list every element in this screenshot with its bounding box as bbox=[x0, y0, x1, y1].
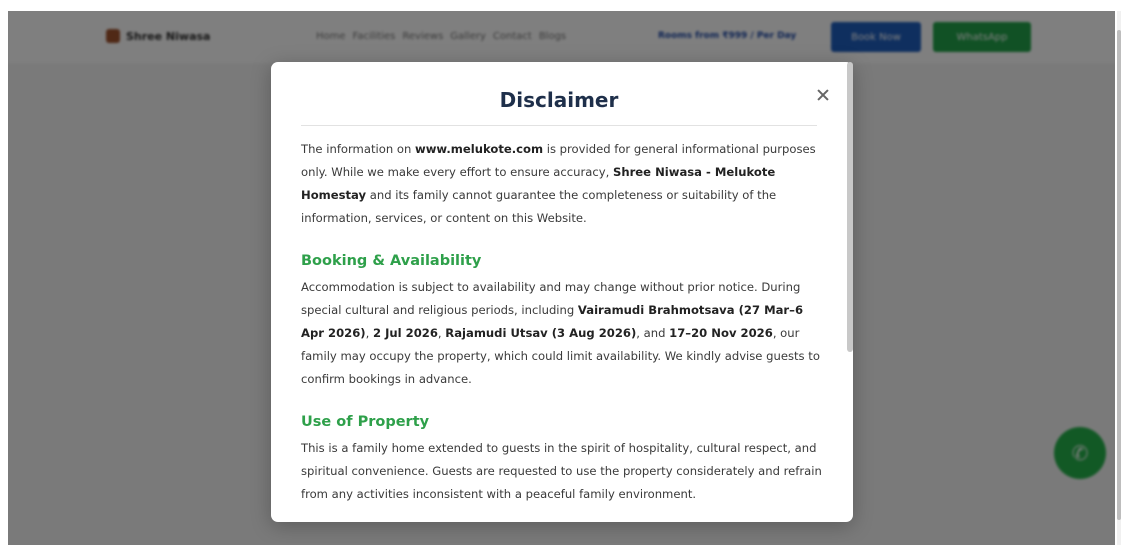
close-icon[interactable] bbox=[816, 88, 830, 102]
intro-paragraph: The information on www.melukote.com is p… bbox=[301, 138, 823, 230]
page-scrollbar-thumb[interactable] bbox=[1117, 30, 1121, 520]
modal-header: Disclaimer bbox=[301, 84, 817, 126]
intro-text-1: The information on bbox=[301, 142, 415, 156]
disclaimer-modal: Disclaimer The information on www.meluko… bbox=[271, 62, 853, 522]
intro-text-3: and its family cannot guarantee the comp… bbox=[301, 188, 777, 225]
booking-text-4: , and bbox=[636, 326, 670, 340]
booking-date-2: 2 Jul 2026 bbox=[372, 326, 438, 340]
booking-date-3: Rajamudi Utsav (3 Aug 2026) bbox=[445, 326, 637, 340]
booking-paragraph: Accommodation is subject to availability… bbox=[301, 276, 823, 391]
modal-title: Disclaimer bbox=[499, 88, 619, 112]
website-link: www.melukote.com bbox=[414, 142, 544, 156]
booking-date-4: 17–20 Nov 2026 bbox=[669, 326, 773, 340]
modal-scrollbar[interactable] bbox=[847, 62, 853, 352]
use-heading: Use of Property bbox=[301, 414, 430, 430]
booking-heading: Booking & Availability bbox=[301, 253, 482, 269]
modal-body: The information on www.melukote.com is p… bbox=[301, 138, 823, 506]
booking-text-2: , bbox=[365, 326, 373, 340]
use-paragraph: This is a family home extended to guests… bbox=[301, 441, 822, 501]
